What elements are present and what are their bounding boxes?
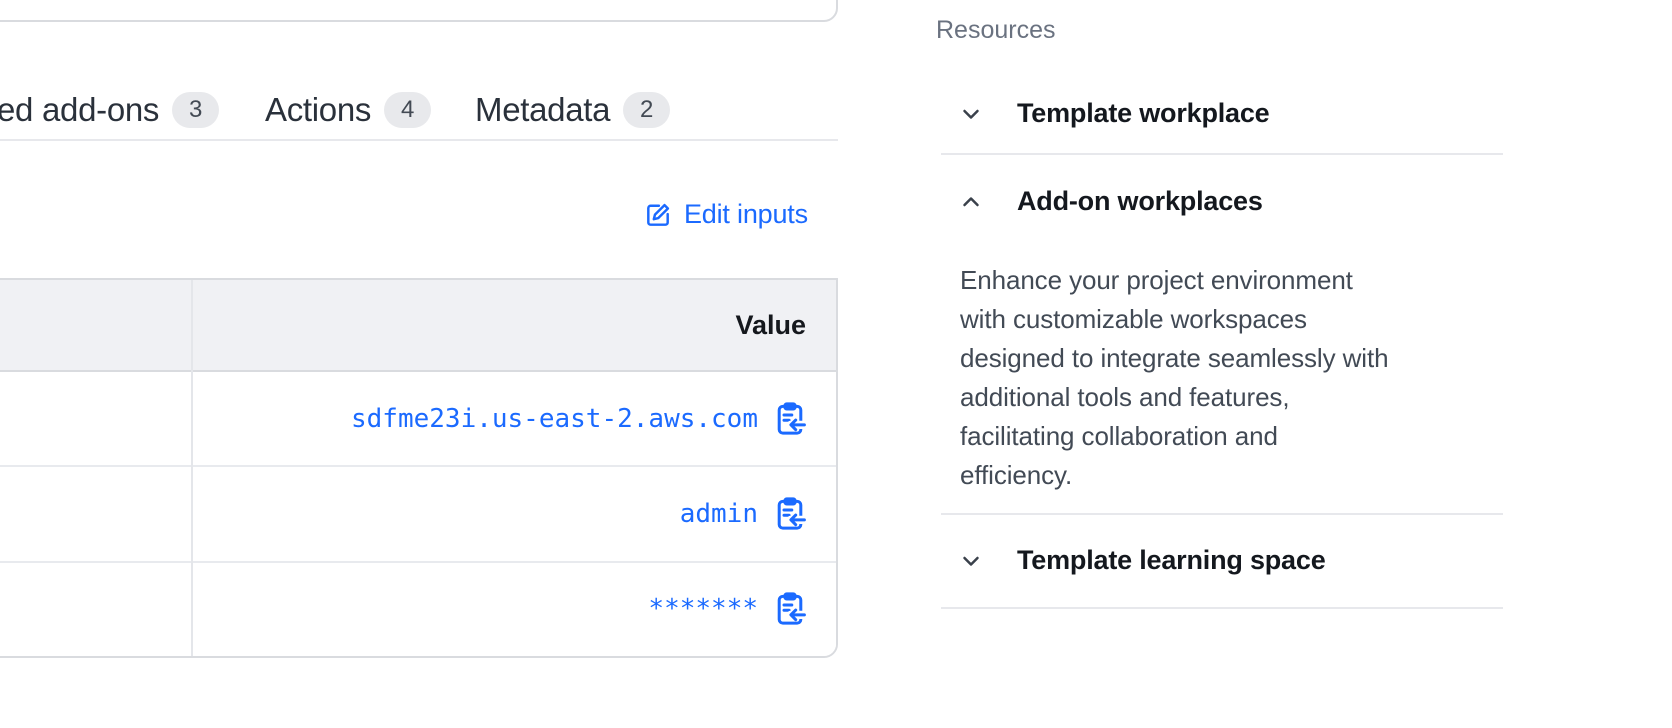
tab-metadata[interactable]: Metadata 2 <box>475 88 670 132</box>
value-column-header: Value <box>735 310 806 341</box>
accordion-template-workplace[interactable]: Template workplace <box>958 98 1270 129</box>
tab-count-badge: 3 <box>172 92 219 128</box>
accordion-template-learning-space[interactable]: Template learning space <box>958 545 1326 576</box>
chevron-down-icon <box>958 101 984 127</box>
row-value-password-masked: ******* <box>648 594 758 624</box>
tab-installed-add-ons[interactable]: ed add-ons 3 <box>0 88 219 132</box>
section-divider <box>941 153 1503 155</box>
tab-count-badge: 4 <box>384 92 431 128</box>
description-line: with customizable workspaces <box>960 300 1388 339</box>
table-row: admin <box>0 465 836 560</box>
description-line: designed to integrate seamlessly with <box>960 339 1388 378</box>
inputs-table: Value sdfme23i.us-east-2.aws.com admin <box>0 278 838 658</box>
section-divider <box>941 607 1503 609</box>
chevron-down-icon <box>958 548 984 574</box>
accordion-title: Template learning space <box>1017 545 1326 576</box>
description-line: Enhance your project environment <box>960 261 1388 300</box>
copy-button[interactable] <box>772 495 808 533</box>
row-value-username: admin <box>680 499 758 529</box>
description-line: additional tools and features, <box>960 378 1388 417</box>
edit-pencil-icon <box>644 201 672 229</box>
copy-button[interactable] <box>772 400 808 438</box>
accordion-add-on-workplaces[interactable]: Add-on workplaces <box>958 186 1263 217</box>
description-line: efficiency. <box>960 456 1388 495</box>
resources-title: Resources <box>936 16 1056 45</box>
table-column-divider <box>191 280 193 656</box>
table-row: ******* <box>0 561 836 656</box>
edit-inputs-button[interactable]: Edit inputs <box>644 199 808 230</box>
tab-count-badge: 2 <box>623 92 670 128</box>
row-value-url: sdfme23i.us-east-2.aws.com <box>351 404 758 434</box>
copy-button[interactable] <box>772 590 808 628</box>
tab-label: ed add-ons <box>0 91 159 129</box>
tabs-divider <box>0 139 838 141</box>
add-on-workplaces-description: Enhance your project environment with cu… <box>960 261 1388 495</box>
description-line: facilitating collaboration and <box>960 417 1388 456</box>
edit-inputs-label: Edit inputs <box>684 199 808 230</box>
table-header-row: Value <box>0 280 836 372</box>
chevron-up-icon <box>958 189 984 215</box>
accordion-title: Add-on workplaces <box>1017 186 1263 217</box>
tab-actions[interactable]: Actions 4 <box>265 88 431 132</box>
accordion-title: Template workplace <box>1017 98 1270 129</box>
previous-card-edge <box>0 0 838 22</box>
tab-label: Metadata <box>475 91 610 129</box>
table-row: sdfme23i.us-east-2.aws.com <box>0 372 836 465</box>
tab-label: Actions <box>265 91 371 129</box>
section-divider <box>941 513 1503 515</box>
